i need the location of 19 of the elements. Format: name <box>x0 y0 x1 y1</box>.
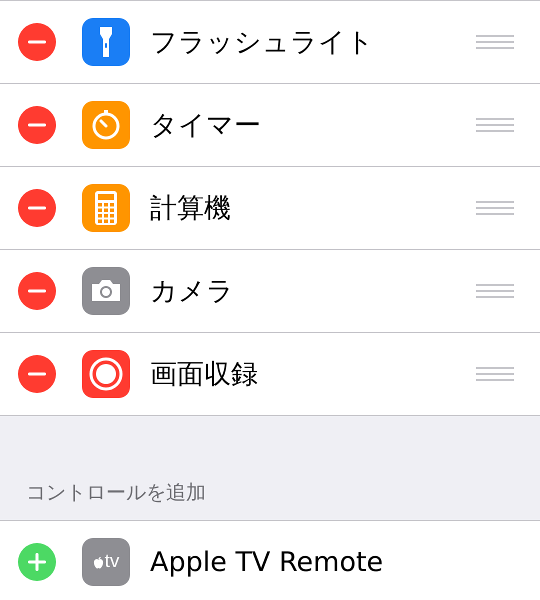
remove-button[interactable] <box>18 272 56 310</box>
remove-button[interactable] <box>18 23 56 61</box>
add-button[interactable] <box>18 543 56 581</box>
remove-button[interactable] <box>18 106 56 144</box>
section-header: コントロールを追加 <box>26 479 206 506</box>
reorder-handle-icon[interactable] <box>476 284 514 298</box>
reorder-handle-icon[interactable] <box>476 35 514 49</box>
control-name: タイマー <box>150 109 262 143</box>
control-name: カメラ <box>150 275 235 309</box>
reorder-handle-icon[interactable] <box>476 118 514 132</box>
remove-button[interactable] <box>18 355 56 393</box>
control-name: フラッシュライト <box>150 26 375 60</box>
reorder-handle-icon[interactable] <box>476 367 514 381</box>
control-name: 計算機 <box>150 192 232 226</box>
remote-app-icon: tv <box>82 538 130 586</box>
control-name: 画面収録 <box>150 358 259 392</box>
remove-button[interactable] <box>18 189 56 227</box>
reorder-handle-icon[interactable] <box>476 201 514 215</box>
control-name: Apple TV Remote <box>150 546 384 578</box>
